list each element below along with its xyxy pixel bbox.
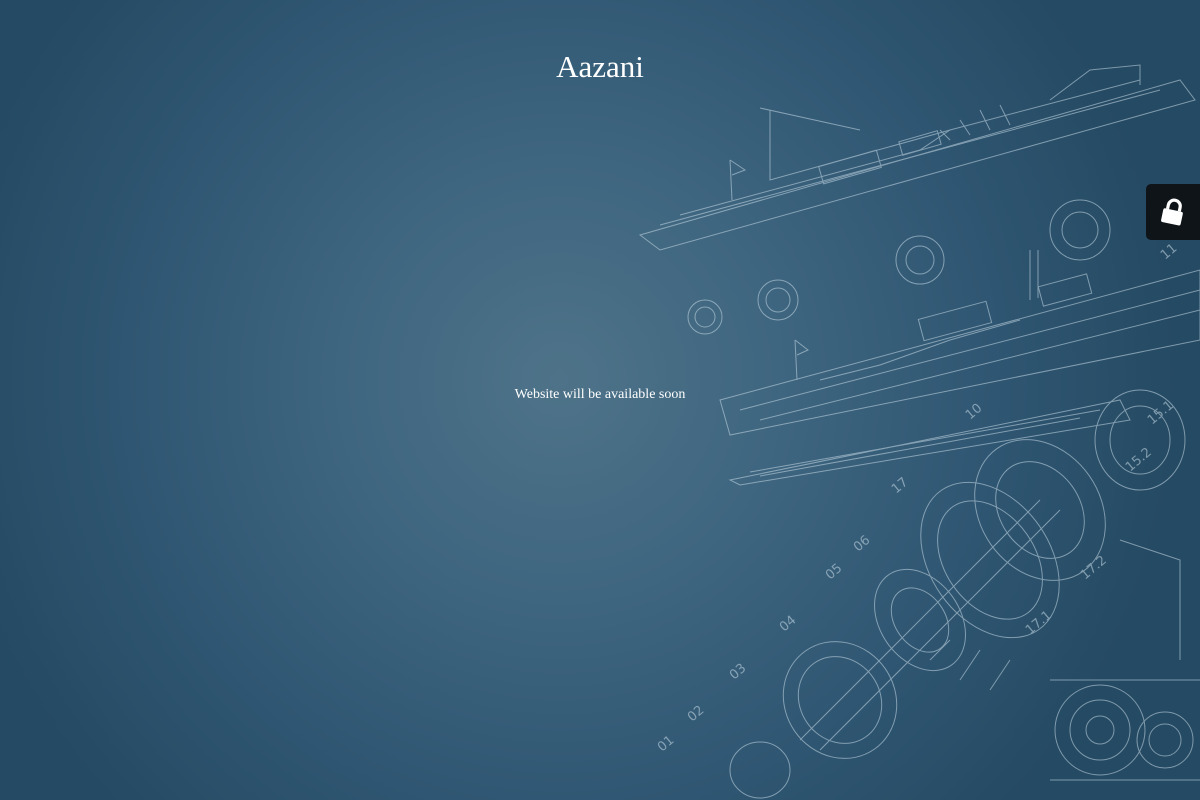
svg-text:06: 06 xyxy=(851,533,873,555)
svg-text:04: 04 xyxy=(777,613,799,635)
login-button[interactable] xyxy=(1146,184,1200,240)
svg-text:01: 01 xyxy=(655,733,677,755)
svg-text:03: 03 xyxy=(727,661,749,683)
svg-text:15.2: 15.2 xyxy=(1123,445,1155,475)
gear-details xyxy=(687,199,1111,335)
svg-text:11: 11 xyxy=(1158,241,1180,263)
engine-exploded-view xyxy=(729,389,1200,799)
lock-icon xyxy=(1161,198,1183,226)
svg-text:05: 05 xyxy=(823,561,845,583)
svg-text:17: 17 xyxy=(889,475,911,497)
svg-text:02: 02 xyxy=(685,703,707,725)
ship-drawing-top xyxy=(638,64,1196,251)
svg-text:10: 10 xyxy=(963,401,985,423)
ship-drawing-middle xyxy=(719,250,1200,436)
part-number-labels: 01 02 03 04 05 06 17 17.2 17.1 15.2 15.1… xyxy=(655,241,1180,755)
svg-text:17.2: 17.2 xyxy=(1078,553,1110,583)
svg-text:15.1: 15.1 xyxy=(1145,398,1177,428)
blueprint-illustration: 01 02 03 04 05 06 17 17.2 17.1 15.2 15.1… xyxy=(638,64,1200,799)
